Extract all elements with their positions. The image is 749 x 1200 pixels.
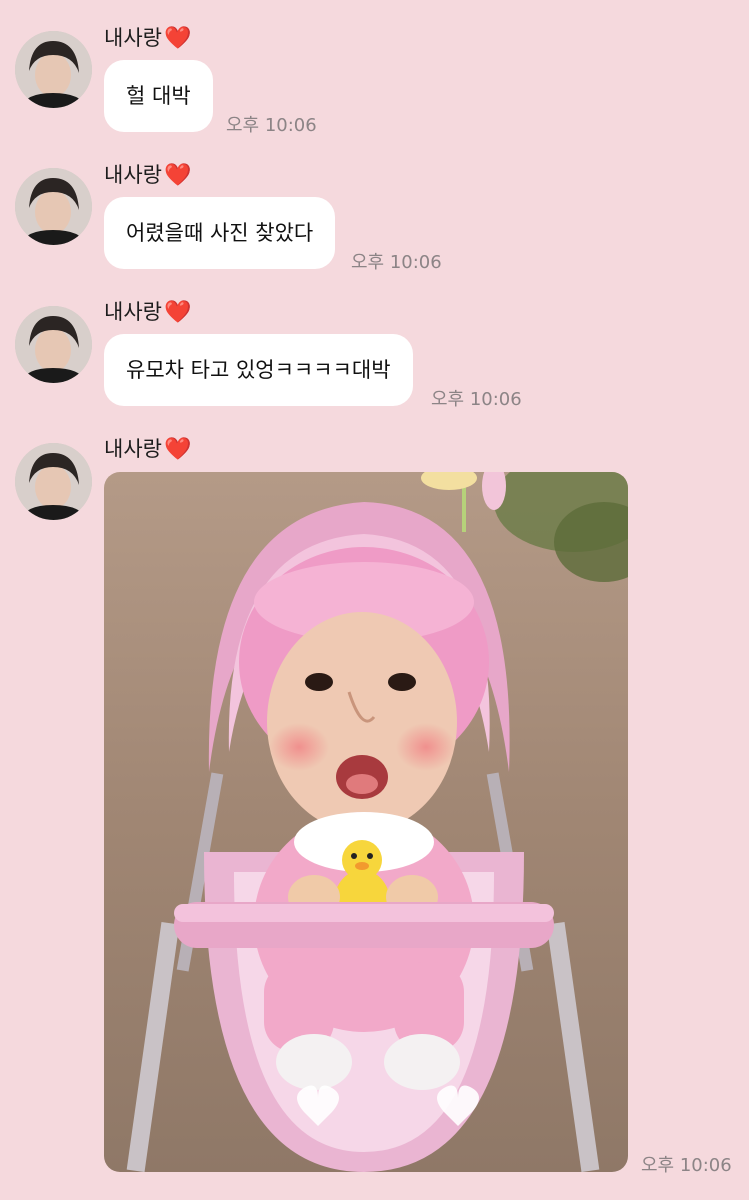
sender-name: 내사랑❤️ (104, 437, 192, 462)
message-bubble[interactable]: 유모차 타고 있엉ㅋㅋㅋㅋ대박 (104, 334, 413, 406)
sender-name: 내사랑❤️ (104, 300, 192, 325)
avatar[interactable] (15, 306, 92, 383)
photo-message[interactable] (104, 472, 628, 1172)
sender-name: 내사랑❤️ (104, 26, 192, 51)
message-bubble[interactable]: 어렸을때 사진 찾았다 (104, 197, 336, 269)
avatar[interactable] (15, 168, 92, 245)
message-time: 오후 10:06 (226, 115, 317, 136)
heart-icon: ❤️ (163, 163, 192, 188)
avatar[interactable] (15, 31, 92, 108)
heart-icon: ❤️ (163, 300, 192, 325)
baby-stroller-photo (104, 472, 628, 1172)
heart-icon: ❤️ (163, 437, 192, 462)
message-time: 오후 10:06 (431, 389, 522, 410)
heart-icon: ❤️ (163, 26, 192, 51)
sender-name: 내사랑❤️ (104, 163, 192, 188)
message-bubble[interactable]: 헐 대박 (104, 60, 213, 132)
message-time: 오후 10:06 (351, 252, 442, 273)
message-time: 오후 10:06 (641, 1155, 732, 1176)
avatar[interactable] (15, 443, 92, 520)
